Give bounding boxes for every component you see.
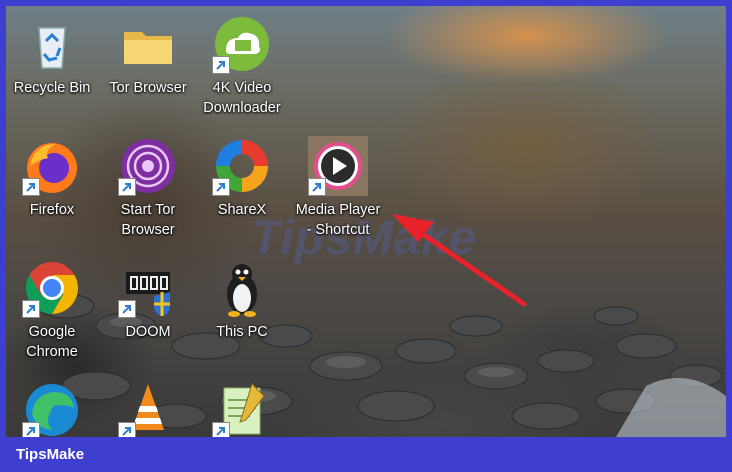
tipsmake-footer-label: TipsMake: [16, 446, 85, 463]
red-pointer-arrow: [392, 214, 527, 307]
desktop-background: TipsMake Recycle Bin Tor Browser 4K Vide…: [6, 6, 726, 437]
